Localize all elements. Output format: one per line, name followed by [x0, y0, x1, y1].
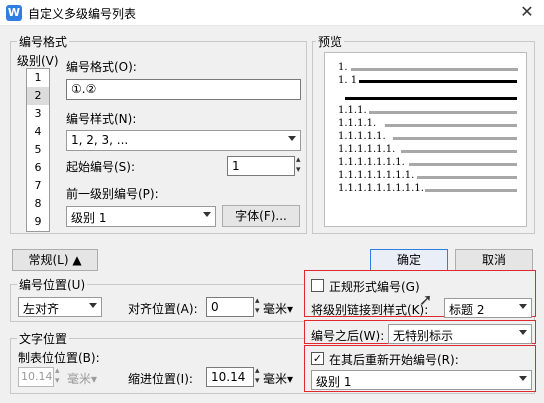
indent-input[interactable]: 10.14 [206, 367, 254, 387]
preview-line [401, 150, 517, 153]
level-item[interactable]: 4 [27, 123, 49, 141]
text-position-group-label: 文字位置 [17, 330, 70, 347]
preview-number: 1. 1 [338, 75, 358, 86]
number-format-group-label: 编号格式 [17, 33, 70, 50]
cancel-button[interactable]: 取消 [455, 249, 533, 271]
chevron-down-icon [519, 330, 527, 335]
indent-label: 缩进位置(I): [128, 372, 193, 386]
level-item[interactable]: 8 [27, 195, 49, 213]
indent-unit[interactable]: 毫米▾ [263, 370, 293, 387]
level-item[interactable]: 5 [27, 141, 49, 159]
preview-group-label: 预览 [316, 33, 345, 50]
restart-label[interactable]: 在其后重新开始编号(R): [329, 351, 459, 368]
align-pos-input[interactable]: 0 [206, 297, 254, 317]
prev-level-label: 前一级别编号(P): [66, 187, 159, 201]
start-spinner-icon[interactable]: ▴ ▾ [296, 155, 301, 175]
preview-number: 1.1.1.1.1.1. [338, 144, 396, 155]
link-style-select[interactable]: 标题 2 [444, 298, 532, 318]
level-listbox[interactable]: 1 2 3 4 5 6 7 8 9 [26, 68, 50, 232]
chevron-down-icon [89, 303, 97, 308]
legal-label[interactable]: 正规形式编号(G) [329, 278, 420, 295]
number-position-group-label: 编号位置(U) [17, 276, 88, 293]
preview-line [417, 176, 517, 179]
preview-number: 1.1.1.1.1.1.1.1.1. [338, 183, 424, 194]
window-title: 自定义多级编号列表 [28, 7, 137, 21]
style-select[interactable]: 1, 2, 3, ... [66, 130, 301, 151]
tab-pos-label: 制表位位置(B): [18, 351, 100, 365]
restart-select-value: 级别 1 [316, 375, 352, 389]
preview-line [369, 111, 517, 114]
normal-toggle-button[interactable]: 常规(L) ▲ [12, 249, 98, 271]
legal-checkbox[interactable] [311, 279, 324, 292]
prev-level-select[interactable]: 级别 1 [66, 206, 216, 227]
ok-button[interactable]: 确定 [370, 249, 448, 271]
level-label: 级别(V) [17, 54, 59, 68]
preview-line [385, 124, 517, 127]
chevron-down-icon [519, 376, 527, 381]
mouse-cursor-icon: ➚ [419, 290, 433, 309]
style-label: 编号样式(N): [66, 112, 137, 126]
preview-number: 1.1.1.1.1. [338, 131, 386, 142]
after-number-label: 编号之后(W): [311, 329, 385, 343]
level-item[interactable]: 3 [27, 105, 49, 123]
align-select-value: 左对齐 [23, 302, 60, 316]
tab-pos-input[interactable]: 10.14 [18, 367, 54, 387]
restart-select[interactable]: 级别 1 [311, 370, 532, 390]
close-icon[interactable]: ✕ [517, 2, 537, 22]
level-item[interactable]: 9 [27, 213, 49, 231]
align-select[interactable]: 左对齐 [18, 297, 102, 317]
tab-pos-spinner-icon[interactable]: ▴ ▾ [55, 366, 60, 386]
title-bar: W 自定义多级编号列表 ✕ [0, 0, 544, 26]
tab-pos-unit[interactable]: 毫米▾ [67, 370, 97, 387]
preview-line [425, 189, 517, 192]
align-pos-label: 对齐位置(A): [128, 302, 198, 316]
preview-line [393, 137, 517, 140]
level-item[interactable]: 6 [27, 159, 49, 177]
preview-number: 1.1.1. [338, 105, 367, 116]
preview-number: 1.1.1.1.1.1.1.1. [338, 170, 415, 181]
preview-number: 1. [338, 62, 348, 73]
start-input[interactable]: 1 [227, 156, 295, 176]
indent-spinner-icon[interactable]: ▴ ▾ [255, 366, 260, 386]
align-pos-spinner-icon[interactable]: ▴ ▾ [255, 296, 260, 316]
level-item[interactable]: 7 [27, 177, 49, 195]
after-number-select-value: 无特别标示 [393, 329, 454, 343]
link-style-select-value: 标题 2 [449, 303, 485, 317]
font-button[interactable]: 字体(F)... [222, 205, 300, 227]
preview-line [409, 163, 517, 166]
level-item[interactable]: 1 [27, 69, 49, 87]
style-select-value: 1, 2, 3, ... [71, 133, 129, 147]
preview-line [351, 68, 518, 71]
chevron-down-icon [519, 304, 527, 309]
preview-line-selected [345, 97, 517, 100]
link-style-label: 将级别链接到样式(K): [311, 303, 429, 317]
wps-logo-icon: W [6, 5, 22, 21]
preview-line-selected [359, 80, 517, 83]
chevron-down-icon [288, 136, 296, 141]
format-label: 编号格式(O): [66, 60, 137, 74]
preview-panel: 1. 1. 1 1.1.1. 1.1.1.1. 1.1.1.1.1. 1.1.1… [324, 52, 527, 227]
format-input[interactable]: ①.② [66, 79, 301, 100]
chevron-down-icon [203, 212, 211, 217]
level-item-selected[interactable]: 2 [27, 87, 49, 105]
align-pos-unit[interactable]: 毫米▾ [263, 300, 293, 317]
start-label: 起始编号(S): [66, 160, 136, 174]
preview-number: 1.1.1.1. [338, 118, 377, 129]
prev-level-select-value: 级别 1 [71, 211, 107, 225]
preview-number: 1.1.1.1.1.1.1. [338, 157, 405, 168]
after-number-select[interactable]: 无特别标示 [388, 324, 532, 344]
restart-checkbox[interactable]: ✓ [311, 352, 324, 365]
